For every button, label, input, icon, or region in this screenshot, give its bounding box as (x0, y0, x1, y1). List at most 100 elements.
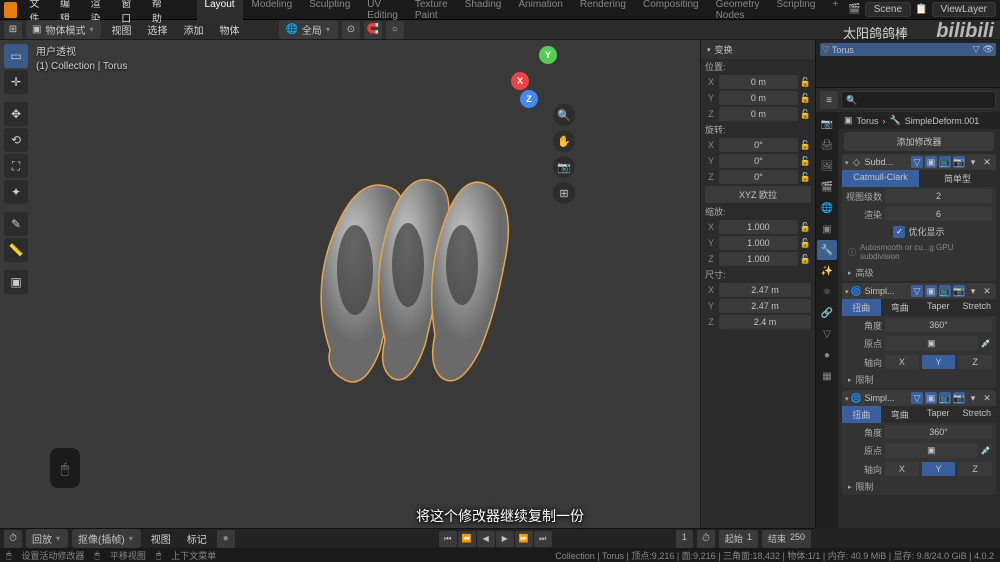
playback-dropdown[interactable]: 回放 (26, 529, 68, 548)
pan-icon[interactable]: ✋ (553, 130, 575, 152)
ptab-scene[interactable]: 🎬 (817, 177, 837, 197)
deform2-header[interactable]: 🌀 Simpl... ▽ ▣ 📺 📷 ▾ ✕ (842, 390, 996, 406)
gizmo-z-icon[interactable]: Z (520, 90, 538, 108)
loc-y-field[interactable]: 0 m (719, 91, 798, 105)
view-menu[interactable]: 视图 (105, 20, 137, 39)
realtime-icon[interactable]: 📺 (939, 285, 951, 297)
angle-field[interactable]: 360° (885, 425, 992, 439)
tab-shading[interactable]: Shading (457, 0, 510, 24)
editor-type-icon[interactable]: ⊞ (4, 21, 22, 39)
rot-x-field[interactable]: 0° (719, 138, 798, 152)
axis-z-button[interactable]: Z (958, 462, 992, 476)
close-icon[interactable]: ✕ (981, 392, 993, 404)
ptab-particle[interactable]: ✨ (817, 261, 837, 281)
gizmo-y-icon[interactable]: Y (539, 46, 557, 64)
prev-key-icon[interactable]: ⏪ (458, 531, 476, 547)
ptab-constraint[interactable]: 🔗 (817, 303, 837, 323)
loc-x-field[interactable]: 0 m (719, 75, 798, 89)
addcube-tool[interactable]: ▣ (4, 270, 28, 294)
display-icon[interactable]: ▣ (925, 156, 937, 168)
select-tool[interactable]: ▭ (4, 44, 28, 68)
ptab-world[interactable]: 🌐 (817, 198, 837, 218)
limits-section[interactable]: 限制 (842, 478, 996, 495)
advanced-section[interactable]: 高级 (842, 264, 996, 281)
ptab-output[interactable]: 🖨 (817, 135, 837, 155)
twist-tab[interactable]: 扭曲 (842, 299, 881, 316)
timeline-view[interactable]: 视图 (145, 529, 177, 548)
end-frame-field[interactable]: 结束 250 (762, 530, 811, 548)
measure-tool[interactable]: 📏 (4, 238, 28, 262)
timeline-marker[interactable]: 标记 (181, 529, 213, 548)
twist-tab[interactable]: 扭曲 (842, 406, 881, 423)
current-frame-field[interactable]: 1 (676, 530, 693, 548)
jump-end-icon[interactable]: ⏭ (534, 531, 552, 547)
scale-x-field[interactable]: 1.000 (719, 220, 798, 234)
preview-range-icon[interactable]: ⏱ (697, 530, 715, 548)
move-tool[interactable]: ✥ (4, 102, 28, 126)
viewlayer-selector[interactable]: ViewLayer (932, 2, 997, 17)
origin-field[interactable]: ▣ (885, 336, 978, 351)
ptab-object[interactable]: ▣ (817, 219, 837, 239)
annotate-tool[interactable]: ✎ (4, 212, 28, 236)
dropdown-icon[interactable]: ▾ (967, 392, 979, 404)
ptab-modifier[interactable]: 🔧 (817, 240, 837, 260)
torus-object-render[interactable] (280, 140, 540, 420)
realtime-icon[interactable]: 📺 (939, 392, 951, 404)
outliner-row-torus[interactable]: ▽ Torus ▽ 👁 (820, 43, 996, 56)
lock-icon[interactable]: 🔓 (800, 109, 811, 120)
mode-dropdown[interactable]: ▣物体模式 (26, 20, 101, 39)
chevron-down-icon[interactable] (845, 286, 849, 296)
ptab-render[interactable]: 📷 (817, 114, 837, 134)
ptab-mesh[interactable]: ▽ (817, 324, 837, 344)
orientation-dropdown[interactable]: 🌐全局 (279, 20, 337, 39)
transform-panel-header[interactable]: 变换 (701, 40, 815, 59)
realtime-icon[interactable]: 📺 (939, 156, 951, 168)
dim-x-field[interactable]: 2.47 m (719, 283, 811, 297)
lock-icon[interactable]: 🔓 (800, 156, 811, 167)
taper-tab[interactable]: Taper (919, 299, 958, 316)
camera-icon[interactable]: 📷 (553, 156, 575, 178)
lock-icon[interactable]: 🔓 (800, 140, 811, 151)
stretch-tab[interactable]: Stretch (958, 299, 997, 316)
ptab-viewlayer[interactable]: 🖼 (817, 156, 837, 176)
render-icon[interactable]: 📷 (953, 156, 965, 168)
dim-z-field[interactable]: 2.4 m (719, 315, 811, 329)
chevron-down-icon[interactable] (845, 393, 849, 403)
tab-add[interactable]: + (824, 0, 846, 24)
close-icon[interactable]: ✕ (981, 285, 993, 297)
taper-tab[interactable]: Taper (919, 406, 958, 423)
lock-icon[interactable]: 🔓 (800, 238, 811, 249)
tab-uv[interactable]: UV Editing (359, 0, 406, 24)
add-modifier-button[interactable]: 添加修改器 (844, 132, 994, 151)
edit-mode-icon[interactable]: ▽ (911, 392, 923, 404)
tab-geonodes[interactable]: Geometry Nodes (708, 0, 768, 24)
scale-tool[interactable]: ⛶ (4, 154, 28, 178)
bend-tab[interactable]: 弯曲 (881, 299, 920, 316)
lock-icon[interactable]: 🔓 (800, 222, 811, 233)
axis-y-button[interactable]: Y (922, 462, 956, 476)
transform-tool[interactable]: ✦ (4, 180, 28, 204)
dim-y-field[interactable]: 2.47 m (719, 299, 811, 313)
scale-y-field[interactable]: 1.000 (719, 236, 798, 250)
next-key-icon[interactable]: ⏩ (515, 531, 533, 547)
lock-icon[interactable]: 🔓 (800, 93, 811, 104)
edit-mode-icon[interactable]: ▽ (911, 156, 923, 168)
mesh-data-icon[interactable]: ▽ (973, 44, 980, 55)
start-frame-field[interactable]: 起始 1 (719, 530, 758, 548)
ptab-texture[interactable]: ▦ (817, 366, 837, 386)
origin-field[interactable]: ▣ (885, 443, 978, 458)
visibility-icon[interactable]: 👁 (983, 44, 994, 55)
lock-icon[interactable]: 🔓 (800, 77, 811, 88)
display-icon[interactable]: ▣ (925, 285, 937, 297)
render-icon[interactable]: 📷 (953, 285, 965, 297)
lock-icon[interactable]: 🔓 (800, 254, 811, 265)
chevron-down-icon[interactable] (845, 157, 849, 167)
axis-y-button[interactable]: Y (922, 355, 956, 369)
limits-section[interactable]: 限制 (842, 371, 996, 388)
dropdown-icon[interactable]: ▾ (967, 285, 979, 297)
tab-compositing[interactable]: Compositing (635, 0, 707, 24)
deform1-header[interactable]: 🌀 Simpl... ▽ ▣ 📺 📷 ▾ ✕ (842, 283, 996, 299)
gizmo-x-icon[interactable]: X (511, 72, 529, 90)
rot-y-field[interactable]: 0° (719, 154, 798, 168)
edit-mode-icon[interactable]: ▽ (911, 285, 923, 297)
